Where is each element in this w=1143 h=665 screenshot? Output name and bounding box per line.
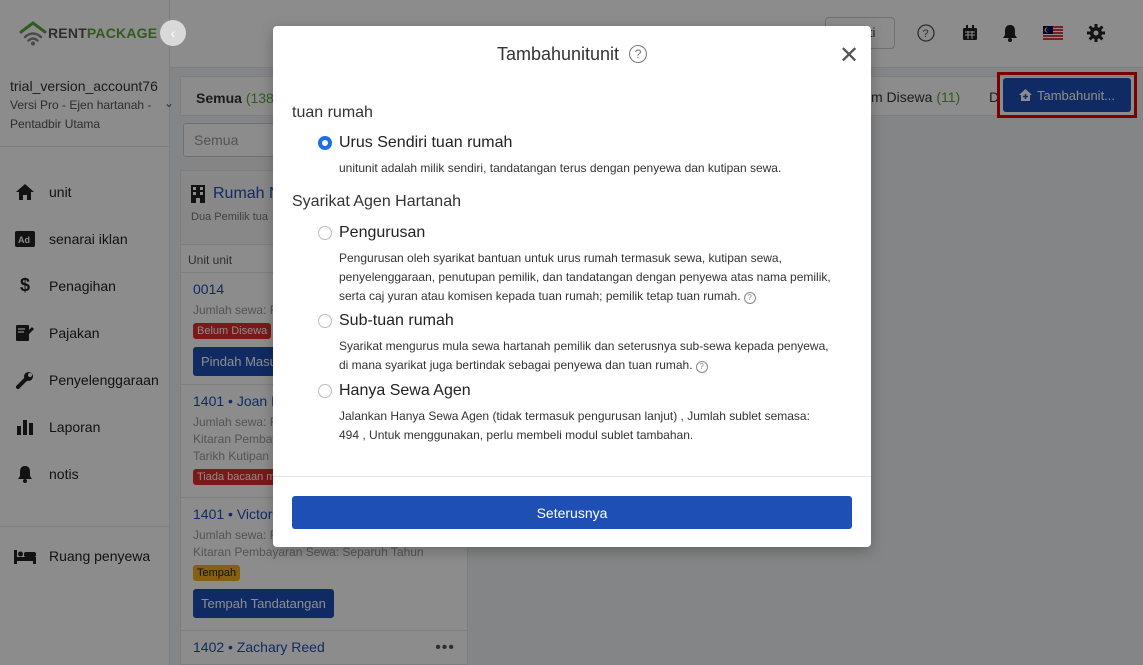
option-description: Pengurusan oleh syarikat bantuan untuk u… bbox=[339, 249, 834, 306]
help-icon[interactable]: ? bbox=[629, 45, 648, 63]
option-label: Hanya Sewa Agen bbox=[339, 382, 471, 399]
info-icon[interactable]: ? bbox=[743, 291, 756, 304]
close-icon[interactable]: ✕ bbox=[839, 44, 859, 68]
option-urus-sendiri[interactable]: Urus Sendiri tuan rumah unitunit adalah … bbox=[318, 134, 828, 179]
collapse-sidebar-button[interactable]: ‹ bbox=[160, 20, 186, 46]
option-sub-tuan-rumah[interactable]: Sub-tuan rumah Syarikat mengurus mula se… bbox=[318, 312, 829, 375]
option-description-text: Syarikat mengurus mula sewa hartanah pem… bbox=[339, 339, 829, 372]
info-icon[interactable]: ? bbox=[695, 360, 708, 373]
modal-title: Tambahunitunit? bbox=[273, 44, 871, 65]
next-button[interactable]: Seterusnya bbox=[292, 496, 852, 529]
add-unit-modal: Tambahunitunit? ✕ tuan rumah Urus Sendir… bbox=[273, 26, 871, 547]
radio-unselected[interactable] bbox=[318, 384, 332, 398]
section-heading-agen: Syarikat Agen Hartanah bbox=[292, 193, 461, 210]
section-heading-tuan-rumah: tuan rumah bbox=[292, 104, 373, 121]
radio-unselected[interactable] bbox=[318, 314, 332, 328]
option-description: Jalankan Hanya Sewa Agen (tidak termasuk… bbox=[339, 409, 810, 442]
option-label: Sub-tuan rumah bbox=[339, 312, 454, 329]
option-pengurusan[interactable]: Pengurusan Pengurusan oleh syarikat bant… bbox=[318, 224, 831, 304]
option-description: Syarikat mengurus mula sewa hartanah pem… bbox=[339, 337, 829, 375]
radio-unselected[interactable] bbox=[318, 226, 332, 240]
radio-selected[interactable] bbox=[318, 136, 332, 150]
option-label: Urus Sendiri tuan rumah bbox=[339, 134, 513, 151]
option-hanya-sewa-agen[interactable]: Hanya Sewa Agen Jalankan Hanya Sewa Agen… bbox=[318, 382, 828, 442]
option-description: unitunit adalah milik sendiri, tandatang… bbox=[339, 161, 782, 175]
option-description-text: Pengurusan oleh syarikat bantuan untuk u… bbox=[339, 251, 831, 303]
option-label: Pengurusan bbox=[339, 224, 426, 241]
divider bbox=[273, 476, 871, 477]
modal-title-text: Tambahunitunit bbox=[496, 44, 620, 64]
chevron-left-icon: ‹ bbox=[170, 25, 176, 41]
